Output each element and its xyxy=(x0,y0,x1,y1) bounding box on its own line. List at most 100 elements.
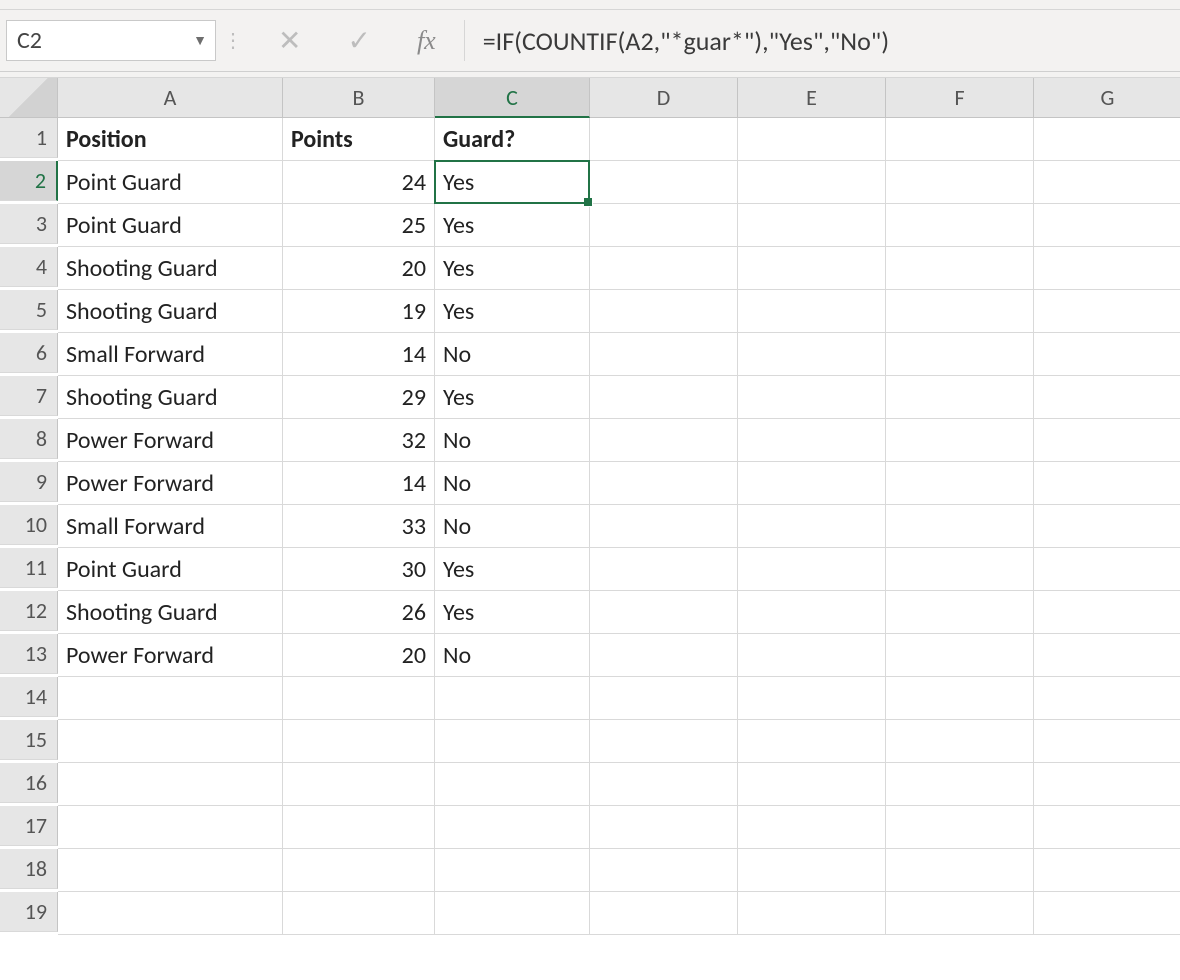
cell-E11[interactable] xyxy=(738,548,886,591)
cell-C15[interactable] xyxy=(435,720,590,763)
cell-E19[interactable] xyxy=(738,892,886,935)
cell-B7[interactable]: 29 xyxy=(283,376,435,419)
cell-A12[interactable]: Shooting Guard xyxy=(58,591,283,634)
row-header-5[interactable]: 5 xyxy=(0,290,58,330)
row-header-18[interactable]: 18 xyxy=(0,849,58,889)
cell-E9[interactable] xyxy=(738,462,886,505)
row-header-6[interactable]: 6 xyxy=(0,333,58,373)
cell-A15[interactable] xyxy=(58,720,283,763)
chevron-down-icon[interactable]: ▼ xyxy=(193,32,207,49)
cell-G13[interactable] xyxy=(1034,634,1180,677)
cell-A17[interactable] xyxy=(58,806,283,849)
cell-B14[interactable] xyxy=(283,677,435,720)
cell-F18[interactable] xyxy=(886,849,1034,892)
formula-input[interactable]: =IF(COUNTIF(A2,"*guar*"),"Yes","No") xyxy=(465,10,1180,71)
cell-A1[interactable]: Position xyxy=(58,118,283,161)
cell-B11[interactable]: 30 xyxy=(283,548,435,591)
cell-G18[interactable] xyxy=(1034,849,1180,892)
cell-C17[interactable] xyxy=(435,806,590,849)
cell-G15[interactable] xyxy=(1034,720,1180,763)
cell-A9[interactable]: Power Forward xyxy=(58,462,283,505)
cell-E14[interactable] xyxy=(738,677,886,720)
cell-F6[interactable] xyxy=(886,333,1034,376)
cell-F16[interactable] xyxy=(886,763,1034,806)
row-header-17[interactable]: 17 xyxy=(0,806,58,846)
cell-B15[interactable] xyxy=(283,720,435,763)
cell-D12[interactable] xyxy=(590,591,738,634)
row-header-14[interactable]: 14 xyxy=(0,677,58,717)
row-header-16[interactable]: 16 xyxy=(0,763,58,803)
cell-B19[interactable] xyxy=(283,892,435,935)
row-header-12[interactable]: 12 xyxy=(0,591,58,631)
column-header-E[interactable]: E xyxy=(738,78,886,118)
row-header-4[interactable]: 4 xyxy=(0,247,58,287)
cell-F13[interactable] xyxy=(886,634,1034,677)
cell-A10[interactable]: Small Forward xyxy=(58,505,283,548)
cell-E10[interactable] xyxy=(738,505,886,548)
cell-E2[interactable] xyxy=(738,161,886,204)
cell-A19[interactable] xyxy=(58,892,283,935)
column-header-G[interactable]: G xyxy=(1034,78,1180,118)
cell-D16[interactable] xyxy=(590,763,738,806)
cell-G1[interactable] xyxy=(1034,118,1180,161)
cell-G16[interactable] xyxy=(1034,763,1180,806)
cell-F8[interactable] xyxy=(886,419,1034,462)
cell-E17[interactable] xyxy=(738,806,886,849)
cell-G6[interactable] xyxy=(1034,333,1180,376)
select-all-corner[interactable] xyxy=(0,78,58,118)
cell-B10[interactable]: 33 xyxy=(283,505,435,548)
cell-D7[interactable] xyxy=(590,376,738,419)
cell-E5[interactable] xyxy=(738,290,886,333)
cell-B1[interactable]: Points xyxy=(283,118,435,161)
namebox-resize-handle[interactable]: ⋮ xyxy=(222,10,242,71)
cell-D17[interactable] xyxy=(590,806,738,849)
cell-G4[interactable] xyxy=(1034,247,1180,290)
cell-E8[interactable] xyxy=(738,419,886,462)
row-header-15[interactable]: 15 xyxy=(0,720,58,760)
cell-D18[interactable] xyxy=(590,849,738,892)
cell-E4[interactable] xyxy=(738,247,886,290)
cell-B6[interactable]: 14 xyxy=(283,333,435,376)
cell-A3[interactable]: Point Guard xyxy=(58,204,283,247)
cell-A16[interactable] xyxy=(58,763,283,806)
cell-E15[interactable] xyxy=(738,720,886,763)
name-box[interactable]: C2 ▼ xyxy=(6,20,216,61)
cell-G19[interactable] xyxy=(1034,892,1180,935)
cell-C8[interactable]: No xyxy=(435,419,590,462)
cell-A7[interactable]: Shooting Guard xyxy=(58,376,283,419)
cell-F4[interactable] xyxy=(886,247,1034,290)
cell-F11[interactable] xyxy=(886,548,1034,591)
row-header-13[interactable]: 13 xyxy=(0,634,58,674)
cell-B13[interactable]: 20 xyxy=(283,634,435,677)
cell-D3[interactable] xyxy=(590,204,738,247)
cell-B2[interactable]: 24 xyxy=(283,161,435,204)
column-header-A[interactable]: A xyxy=(58,78,283,118)
cell-B17[interactable] xyxy=(283,806,435,849)
row-header-8[interactable]: 8 xyxy=(0,419,58,459)
cell-D10[interactable] xyxy=(590,505,738,548)
cell-F7[interactable] xyxy=(886,376,1034,419)
cell-F5[interactable] xyxy=(886,290,1034,333)
cell-G12[interactable] xyxy=(1034,591,1180,634)
cell-B4[interactable]: 20 xyxy=(283,247,435,290)
cell-D1[interactable] xyxy=(590,118,738,161)
cell-G9[interactable] xyxy=(1034,462,1180,505)
cell-F3[interactable] xyxy=(886,204,1034,247)
cell-F14[interactable] xyxy=(886,677,1034,720)
column-header-C[interactable]: C xyxy=(435,78,590,118)
cell-A4[interactable]: Shooting Guard xyxy=(58,247,283,290)
row-header-3[interactable]: 3 xyxy=(0,204,58,244)
cell-A8[interactable]: Power Forward xyxy=(58,419,283,462)
cell-A11[interactable]: Point Guard xyxy=(58,548,283,591)
cell-D6[interactable] xyxy=(590,333,738,376)
cell-C16[interactable] xyxy=(435,763,590,806)
cell-C9[interactable]: No xyxy=(435,462,590,505)
cell-F12[interactable] xyxy=(886,591,1034,634)
row-header-11[interactable]: 11 xyxy=(0,548,58,588)
accept-formula-button[interactable]: ✓ xyxy=(347,23,370,58)
cell-F19[interactable] xyxy=(886,892,1034,935)
column-header-B[interactable]: B xyxy=(283,78,435,118)
cell-D5[interactable] xyxy=(590,290,738,333)
cell-C3[interactable]: Yes xyxy=(435,204,590,247)
cell-C19[interactable] xyxy=(435,892,590,935)
